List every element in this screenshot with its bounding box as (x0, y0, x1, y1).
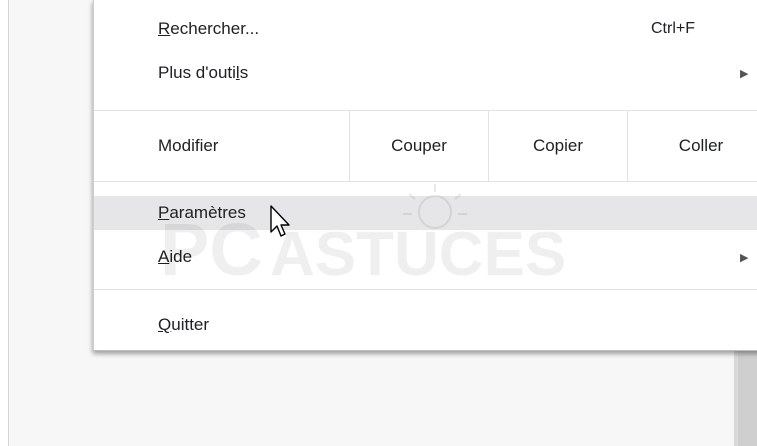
menu-item-settings-label: Paramètres (158, 203, 246, 222)
menu-item-find[interactable]: Rechercher... Ctrl+F (94, 12, 757, 46)
mouse-pointer-icon (270, 205, 290, 237)
menu-item-help-label: Aide (158, 247, 193, 266)
menu-item-help[interactable]: Aide ▶ (94, 240, 757, 274)
menu-separator (94, 181, 757, 182)
menu-item-find-label: Rechercher... (158, 19, 260, 38)
find-shortcut: Ctrl+F (651, 20, 695, 37)
copy-button[interactable]: Copier (489, 111, 627, 181)
menu-item-settings[interactable]: Paramètres (94, 196, 757, 230)
menu-item-more-tools[interactable]: Plus d'outils ▶ (94, 56, 757, 90)
paste-button[interactable]: Coller (628, 111, 757, 181)
menu-item-more-tools-label: Plus d'outils (158, 63, 249, 82)
edit-row: Modifier Couper Copier Coller (94, 111, 757, 181)
edit-label: Modifier (158, 136, 219, 155)
submenu-arrow-icon: ▶ (740, 251, 749, 264)
window-left-edge (0, 0, 9, 446)
submenu-arrow-icon: ▶ (740, 67, 749, 80)
menu-item-quit[interactable]: Quitter (94, 308, 757, 342)
menu-separator (94, 289, 757, 290)
cut-button[interactable]: Couper (350, 111, 488, 181)
browser-main-menu: Rechercher... Ctrl+F Plus d'outils ▶ Mod… (93, 0, 757, 351)
menu-item-quit-label: Quitter (158, 315, 210, 334)
